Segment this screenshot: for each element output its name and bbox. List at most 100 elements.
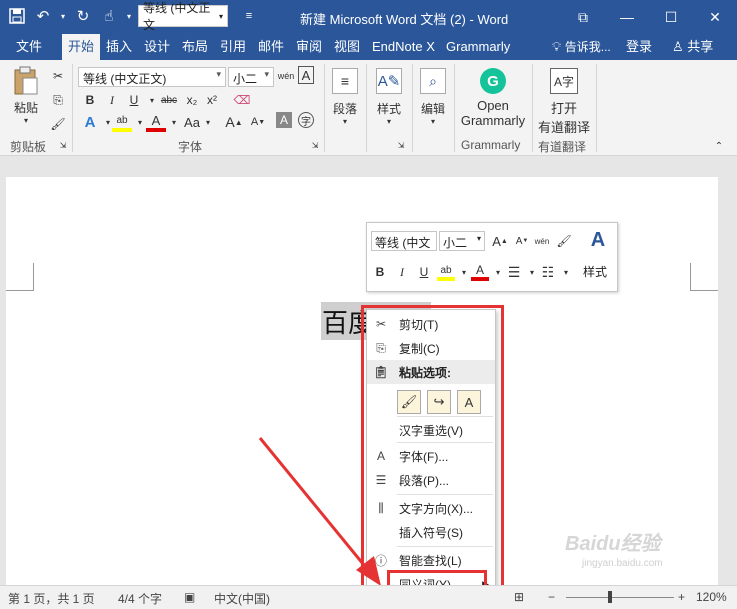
language-indicator[interactable]: 中文(中国) — [214, 590, 270, 607]
font-group-label: 字体 — [178, 140, 203, 154]
tab-design[interactable]: 设计 — [138, 34, 176, 60]
editing-button[interactable]: ⌕ 编辑 ▾ — [416, 68, 450, 126]
tab-view[interactable]: 视图 — [328, 34, 366, 60]
tab-references[interactable]: 引用 — [214, 34, 252, 60]
touch-dropdown-icon[interactable]: ▾ — [124, 5, 134, 27]
bold-icon[interactable]: B — [80, 90, 100, 110]
format-painter-icon[interactable]: 🖌︎ — [48, 114, 68, 134]
redo-icon[interactable]: ↻ — [72, 5, 94, 27]
bold-icon[interactable]: B — [371, 263, 389, 281]
highlight-color-icon[interactable]: ab — [112, 112, 132, 132]
highlight-color-icon[interactable]: ab — [437, 263, 455, 281]
touch-mode-icon[interactable]: ☝ — [98, 5, 120, 27]
shrink-font-icon[interactable]: A ▼ — [248, 112, 268, 132]
grow-font-icon[interactable]: A ▲ — [224, 112, 244, 132]
clipboard-group-label: 剪贴板 — [10, 140, 47, 154]
dialog-launcher-icon[interactable]: ⇲ — [310, 140, 320, 150]
zoom-in-icon[interactable]: + — [678, 590, 685, 604]
mini-size-value: 小二 — [443, 236, 468, 250]
chevron-down-icon: ▾ — [386, 117, 391, 126]
tab-layout[interactable]: 布局 — [176, 34, 214, 60]
mini-size-select[interactable]: 小二 ▾ — [439, 231, 485, 251]
phonetic-guide-icon[interactable]: wén — [533, 232, 551, 250]
mini-styles-label[interactable]: 样式 — [583, 263, 607, 280]
group-divider — [366, 64, 367, 152]
open-grammarly-button[interactable]: G Open Grammarly — [460, 68, 526, 128]
share-button[interactable]: ♙ 共享 — [666, 34, 719, 60]
font-name-select[interactable]: 等线 (中文正文) ▾ — [78, 67, 226, 87]
save-icon[interactable] — [6, 5, 28, 27]
tab-grammarly[interactable]: Grammarly — [440, 34, 540, 60]
cut-icon[interactable]: ✂ — [48, 66, 68, 86]
undo-icon[interactable]: ↶ — [32, 5, 54, 27]
tab-insert[interactable]: 插入 — [100, 34, 138, 60]
dialog-launcher-icon[interactable]: ⇲ — [58, 140, 68, 150]
close-icon[interactable]: ✕ — [693, 0, 737, 34]
tab-home[interactable]: 开始 — [62, 34, 101, 60]
superscript-icon[interactable]: x² — [202, 90, 222, 110]
web-layout-icon[interactable]: ⊞ — [514, 590, 524, 604]
page-count[interactable]: 第 1 页，共 1 页 — [8, 590, 95, 607]
chevron-down-icon[interactable]: ▾ — [557, 263, 575, 281]
font-color-icon[interactable]: A — [146, 112, 166, 132]
signin-link[interactable]: 登录 — [620, 34, 658, 60]
styles-button[interactable]: A✎ 样式 ▾ — [372, 68, 406, 126]
ribbon: 粘贴 ▾ ✂ ⎘ 🖌︎ 剪贴板 ⇲ 等线 (中文正文) ▾ 小二 ▾ wén A… — [0, 60, 737, 156]
strikethrough-label: abc — [160, 94, 178, 106]
shrink-font-icon[interactable]: A ▼ — [513, 232, 531, 250]
font-size-select[interactable]: 小二 ▾ — [228, 67, 274, 87]
tell-me[interactable]: 💡︎ 告诉我... — [546, 34, 617, 60]
italic-icon[interactable]: I — [102, 90, 122, 110]
margin-corner-mark — [690, 263, 718, 291]
paragraph-icon: ≡ — [332, 68, 358, 94]
grow-font-icon[interactable]: A ▲ — [491, 232, 509, 250]
character-shading-icon[interactable]: A — [276, 112, 292, 128]
customize-qat-icon[interactable]: ≡ — [238, 5, 260, 27]
dialog-launcher-icon[interactable]: ⇲ — [396, 140, 406, 150]
styles-icon[interactable]: A — [585, 227, 611, 253]
ribbon-display-icon[interactable]: ⧉ — [561, 0, 605, 34]
underline-icon[interactable]: U — [124, 90, 144, 110]
chevron-down-icon[interactable]: ▾ — [164, 112, 184, 132]
margin-corner-mark — [6, 263, 34, 291]
copy-icon[interactable]: ⎘ — [48, 90, 68, 110]
strikethrough-icon[interactable]: abc — [158, 90, 180, 110]
grow-font-label: A — [225, 114, 235, 130]
numbering-icon[interactable]: ☷ — [539, 263, 557, 281]
italic-icon[interactable]: I — [393, 263, 411, 281]
text-effects-icon[interactable]: A — [80, 112, 100, 132]
zoom-slider-track[interactable] — [566, 597, 674, 598]
tab-mailings[interactable]: 邮件 — [252, 34, 290, 60]
zoom-out-icon[interactable]: − — [548, 590, 555, 604]
bold-label: B — [85, 93, 95, 107]
zoom-level[interactable]: 120% — [696, 590, 727, 604]
tab-endnote[interactable]: EndNote X — [366, 34, 440, 60]
phonetic-guide-icon[interactable]: wén — [276, 66, 296, 86]
translate-line2: 有道翻译 — [537, 120, 590, 135]
zoom-slider-thumb[interactable] — [608, 591, 612, 603]
chevron-down-icon[interactable]: ▾ — [198, 112, 218, 132]
paste-button[interactable]: 粘贴 ▾ — [8, 66, 44, 125]
word-count[interactable]: 4/4 个字 — [118, 590, 162, 607]
font-color-icon[interactable]: A — [471, 263, 489, 281]
underline-label: U — [129, 93, 139, 107]
open-youdao-translate-button[interactable]: A字 打开 有道翻译 — [536, 68, 592, 136]
proofing-icon[interactable]: ▣ — [184, 590, 195, 604]
subscript-icon[interactable]: x₂ — [182, 90, 202, 110]
paragraph-button[interactable]: ≡ 段落 ▾ — [330, 68, 360, 126]
maximize-icon[interactable]: ☐ — [649, 0, 693, 34]
undo-dropdown-icon[interactable]: ▾ — [58, 5, 68, 27]
bullets-icon[interactable]: ☰ — [505, 263, 523, 281]
subscript-label: x₂ — [186, 93, 198, 107]
clear-formatting-icon[interactable]: ⌫ — [232, 90, 252, 110]
tab-review[interactable]: 审阅 — [290, 34, 328, 60]
character-border-icon[interactable]: A — [298, 66, 314, 84]
collapse-ribbon-icon[interactable]: ⌃ — [712, 140, 726, 152]
qat-font-selector[interactable]: 等线 (中文正文 ▾ — [138, 1, 228, 32]
tab-file[interactable]: 文件 — [10, 34, 48, 60]
minimize-icon[interactable]: — — [605, 0, 649, 34]
mini-font-select[interactable]: 等线 (中文 — [371, 231, 437, 251]
enclose-characters-icon[interactable]: 字 — [298, 112, 314, 128]
format-painter-icon[interactable]: 🖌︎ — [555, 232, 573, 250]
underline-icon[interactable]: U — [415, 263, 433, 281]
